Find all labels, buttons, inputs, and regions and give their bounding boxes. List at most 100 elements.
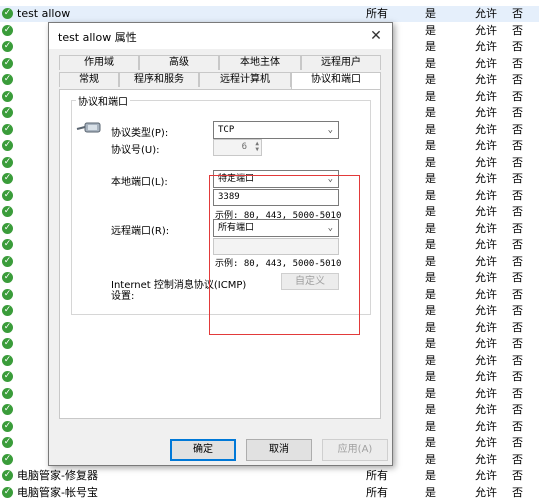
check-icon: ✓ [2, 420, 13, 432]
protocol-type-label: 协议类型(P): [111, 128, 169, 139]
rule-action: 允许 [475, 337, 497, 350]
check-icon: ✓ [2, 8, 13, 19]
tab-programs-services[interactable]: 程序和服务 [119, 72, 199, 87]
protocol-number-field[interactable]: 6 ▲ ▼ [213, 139, 262, 156]
rule-action: 允许 [475, 188, 497, 202]
protocol-type-select[interactable]: TCP ⌄ [213, 121, 339, 139]
close-button[interactable]: ✕ [366, 26, 386, 46]
rule-override: 否 [512, 7, 523, 20]
check-icon: ✓ [2, 453, 13, 465]
rule-action: 允许 [475, 436, 497, 449]
rule-enabled: 是 [425, 40, 436, 53]
rule-override: 否 [512, 254, 523, 268]
rule-override: 否 [512, 188, 523, 202]
tab-remote-users[interactable]: 远程用户 [301, 55, 381, 70]
table-row[interactable]: ✓ test allow 所有 是 允许 否 [0, 6, 539, 22]
check-icon: ✓ [2, 354, 13, 366]
check-icon: ✓ [2, 90, 13, 102]
rule-enabled: 是 [425, 386, 436, 400]
rule-action: 允许 [475, 122, 497, 136]
rule-enabled: 是 [425, 353, 436, 367]
tab-scope[interactable]: 作用域 [59, 55, 139, 70]
check-icon: ✓ [2, 305, 13, 316]
check-icon: ✓ [2, 321, 13, 333]
rule-override: 否 [512, 40, 523, 53]
check-icon: ✓ [2, 156, 13, 168]
rule-action: 允许 [475, 386, 497, 400]
properties-dialog: test allow 属性 ✕ 作用域 高级 本地主体 远程用户 常规 程序和服… [48, 22, 393, 466]
check-icon: ✓ [2, 404, 13, 415]
check-icon: ✓ [2, 173, 13, 184]
rule-action: 允许 [475, 89, 497, 103]
tab-general[interactable]: 常规 [59, 72, 119, 87]
rule-action: 允许 [475, 139, 497, 152]
rule-override: 否 [512, 287, 523, 301]
rule-override: 否 [512, 23, 523, 37]
check-icon: ✓ [2, 387, 13, 399]
rule-override: 否 [512, 353, 523, 367]
rule-override: 否 [512, 106, 523, 119]
rule-override: 否 [512, 337, 523, 350]
rule-enabled: 是 [425, 89, 436, 103]
rule-override: 否 [512, 238, 523, 251]
check-icon: ✓ [2, 239, 13, 250]
rule-override: 否 [512, 139, 523, 152]
rule-enabled: 是 [425, 254, 436, 268]
rule-enabled: 是 [425, 337, 436, 350]
rule-enabled: 是 [425, 7, 436, 20]
rule-action: 允许 [475, 56, 497, 70]
check-icon: ✓ [2, 206, 13, 217]
ok-button[interactable]: 确定 [170, 439, 236, 461]
rule-enabled: 是 [425, 370, 436, 383]
rule-override: 否 [512, 172, 523, 185]
check-icon: ✓ [2, 371, 13, 382]
check-icon: ✓ [2, 107, 13, 118]
dialog-titlebar: test allow 属性 ✕ [49, 23, 392, 49]
check-icon: ✓ [2, 57, 13, 69]
tab-protocols-ports[interactable]: 协议和端口 [291, 72, 381, 89]
rule-override: 否 [512, 56, 523, 70]
check-icon: ✓ [2, 470, 13, 481]
rule-enabled: 是 [425, 403, 436, 416]
annotation-highlight-box [209, 175, 360, 335]
local-port-label: 本地端口(L): [111, 177, 168, 188]
check-icon: ✓ [2, 24, 13, 36]
rule-enabled: 是 [425, 172, 436, 185]
rule-override: 否 [512, 304, 523, 317]
rule-enabled: 是 [425, 205, 436, 218]
table-row[interactable]: ✓ 电脑管家-修复器 所有 是 允许 否 [0, 468, 539, 484]
tab-remote-computers[interactable]: 远程计算机 [199, 72, 291, 87]
rule-name: 电脑管家-修复器 [17, 469, 98, 482]
rule-override: 否 [512, 370, 523, 383]
check-icon: ✓ [2, 288, 13, 300]
rule-override: 否 [512, 320, 523, 334]
rule-action: 允许 [475, 485, 497, 499]
rule-profile: 所有 [366, 7, 388, 20]
rule-enabled: 是 [425, 419, 436, 433]
tab-local-principals[interactable]: 本地主体 [219, 55, 301, 70]
check-icon: ✓ [2, 437, 13, 448]
rule-action: 允许 [475, 353, 497, 367]
rule-action: 允许 [475, 419, 497, 433]
rule-override: 否 [512, 205, 523, 218]
group-title: 协议和端口 [76, 93, 130, 108]
rule-override: 否 [512, 485, 523, 499]
rule-action: 允许 [475, 73, 497, 86]
rule-action: 允许 [475, 403, 497, 416]
check-icon: ✓ [2, 222, 13, 234]
apply-button[interactable]: 应用(A) [322, 439, 388, 461]
rule-name: 电脑管家-帐号宝 [17, 485, 98, 499]
check-icon: ✓ [2, 255, 13, 267]
tab-advanced[interactable]: 高级 [139, 55, 219, 70]
rule-enabled: 是 [425, 188, 436, 202]
tab-panel: 协议和端口 协议类型(P): TCP ⌄ 协议号(U): 6 ▲ ▼ 本地端口(L… [59, 89, 381, 419]
rule-action: 允许 [475, 271, 497, 284]
check-icon: ✓ [2, 41, 13, 52]
rule-enabled: 是 [425, 436, 436, 449]
cancel-button[interactable]: 取消 [246, 439, 312, 461]
protocol-number-value: 6 [241, 142, 247, 152]
rule-override: 否 [512, 155, 523, 169]
rule-enabled: 是 [425, 23, 436, 37]
rule-override: 否 [512, 419, 523, 433]
table-row[interactable]: ✓ 电脑管家-帐号宝 所有 是 允许 否 [0, 485, 539, 501]
